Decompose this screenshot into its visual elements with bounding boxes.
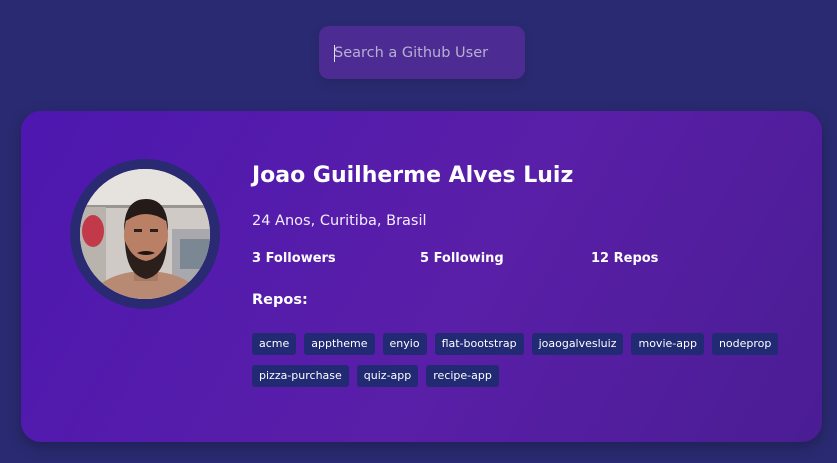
repo-link[interactable]: apptheme [304, 333, 375, 355]
user-card: Joao Guilherme Alves Luiz 24 Anos, Curit… [21, 111, 822, 442]
repo-link[interactable]: joaogalvesluiz [531, 333, 624, 355]
user-name: Joao Guilherme Alves Luiz [252, 163, 574, 188]
repos-count: 12 Repos [591, 251, 659, 266]
avatar-ring [70, 159, 220, 309]
repo-link[interactable]: pizza-purchase [252, 365, 349, 387]
repo-link[interactable]: flat-bootstrap [434, 333, 524, 355]
repo-link[interactable]: movie-app [631, 333, 704, 355]
following-count: 5 Following [420, 251, 504, 266]
avatar-photo [80, 169, 210, 299]
repo-link[interactable]: enyio [382, 333, 427, 355]
repos-heading: Repos: [252, 292, 308, 308]
text-cursor [334, 45, 335, 62]
avatar [80, 169, 210, 299]
repo-link[interactable]: nodeprop [711, 333, 779, 355]
user-bio: 24 Anos, Curitiba, Brasil [252, 213, 427, 229]
repo-link[interactable]: acme [252, 333, 297, 355]
repo-link[interactable]: quiz-app [356, 365, 419, 387]
repo-link[interactable]: recipe-app [426, 365, 499, 387]
search-input[interactable] [319, 26, 525, 79]
followers-count: 3 Followers [252, 251, 336, 266]
repo-list: acme apptheme enyio flat-bootstrap joaog… [252, 333, 792, 387]
search-box[interactable] [319, 26, 525, 79]
